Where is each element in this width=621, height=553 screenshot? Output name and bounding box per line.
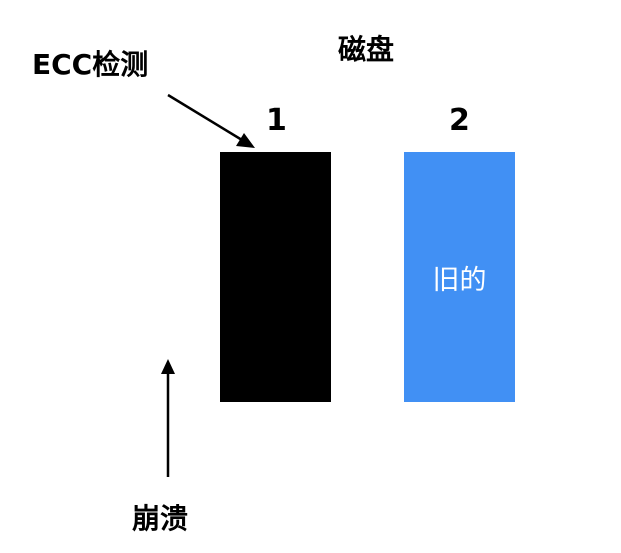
disk-2-label: 旧的: [432, 264, 487, 296]
disk-1-number: 1: [266, 103, 287, 138]
ecc-arrow-line: [167, 93, 243, 142]
diagram-canvas: 磁盘 ECC检测 1 2 旧的 崩溃: [0, 0, 621, 553]
disk-2-number: 2: [449, 103, 470, 138]
ecc-arrow-head: [236, 133, 255, 148]
ecc-check-label: ECC检测: [32, 48, 149, 81]
crash-label: 崩溃: [132, 502, 189, 535]
disk-1-block: [220, 152, 331, 402]
crash-arrow: [161, 359, 175, 477]
crash-arrow-head: [161, 359, 175, 374]
diagram-title: 磁盘: [338, 33, 395, 66]
disk-2-block: 旧的: [404, 152, 515, 402]
ecc-arrow: [167, 93, 255, 148]
